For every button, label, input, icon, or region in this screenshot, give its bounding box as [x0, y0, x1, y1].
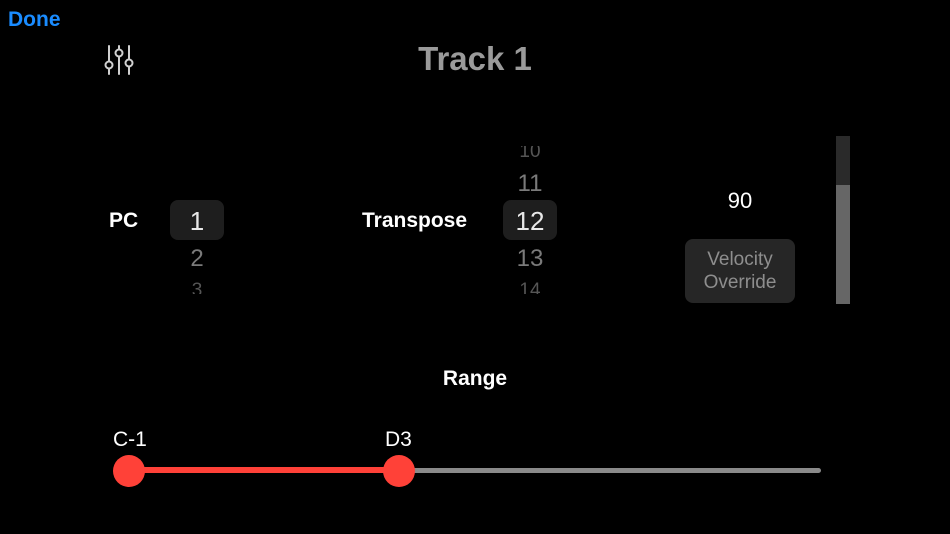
track-settings-screen: Done Track 1 PC 1 2 3 Transpose 10 11 12 — [0, 0, 950, 534]
transpose-picker-item[interactable]: 13 — [503, 245, 557, 273]
velocity-slider-fill — [836, 185, 850, 304]
transpose-label: Transpose — [362, 209, 468, 232]
velocity-override-label-line2: Override — [703, 272, 777, 293]
range-title: Range — [442, 367, 508, 390]
range-low-label: C-1 — [113, 428, 147, 451]
transpose-picker-item-selected[interactable]: 12 — [503, 206, 557, 237]
done-button[interactable]: Done — [8, 8, 61, 32]
transpose-picker-item[interactable]: 14 — [503, 280, 557, 294]
pc-label: PC — [109, 209, 139, 232]
velocity-slider[interactable] — [836, 136, 850, 304]
page-title: Track 1 — [418, 40, 532, 77]
transpose-picker[interactable]: 10 11 12 13 14 — [503, 140, 557, 295]
pc-picker-item[interactable]: 2 — [170, 245, 224, 273]
range-high-thumb[interactable] — [383, 455, 415, 487]
pc-picker-item-selected[interactable]: 1 — [170, 206, 224, 237]
velocity-override-button[interactable]: Velocity Override — [685, 239, 795, 303]
pc-picker[interactable]: 1 2 3 — [170, 140, 224, 295]
transpose-picker-item[interactable]: 11 — [503, 170, 557, 198]
range-slider-active-track — [128, 467, 399, 473]
transpose-picker-item[interactable]: 10 — [503, 146, 557, 160]
range-low-thumb[interactable] — [113, 455, 145, 487]
velocity-value: 90 — [727, 188, 753, 213]
pc-picker-item[interactable]: 3 — [170, 280, 224, 294]
range-high-label: D3 — [385, 428, 412, 451]
velocity-override-label-line1: Velocity — [707, 249, 773, 270]
